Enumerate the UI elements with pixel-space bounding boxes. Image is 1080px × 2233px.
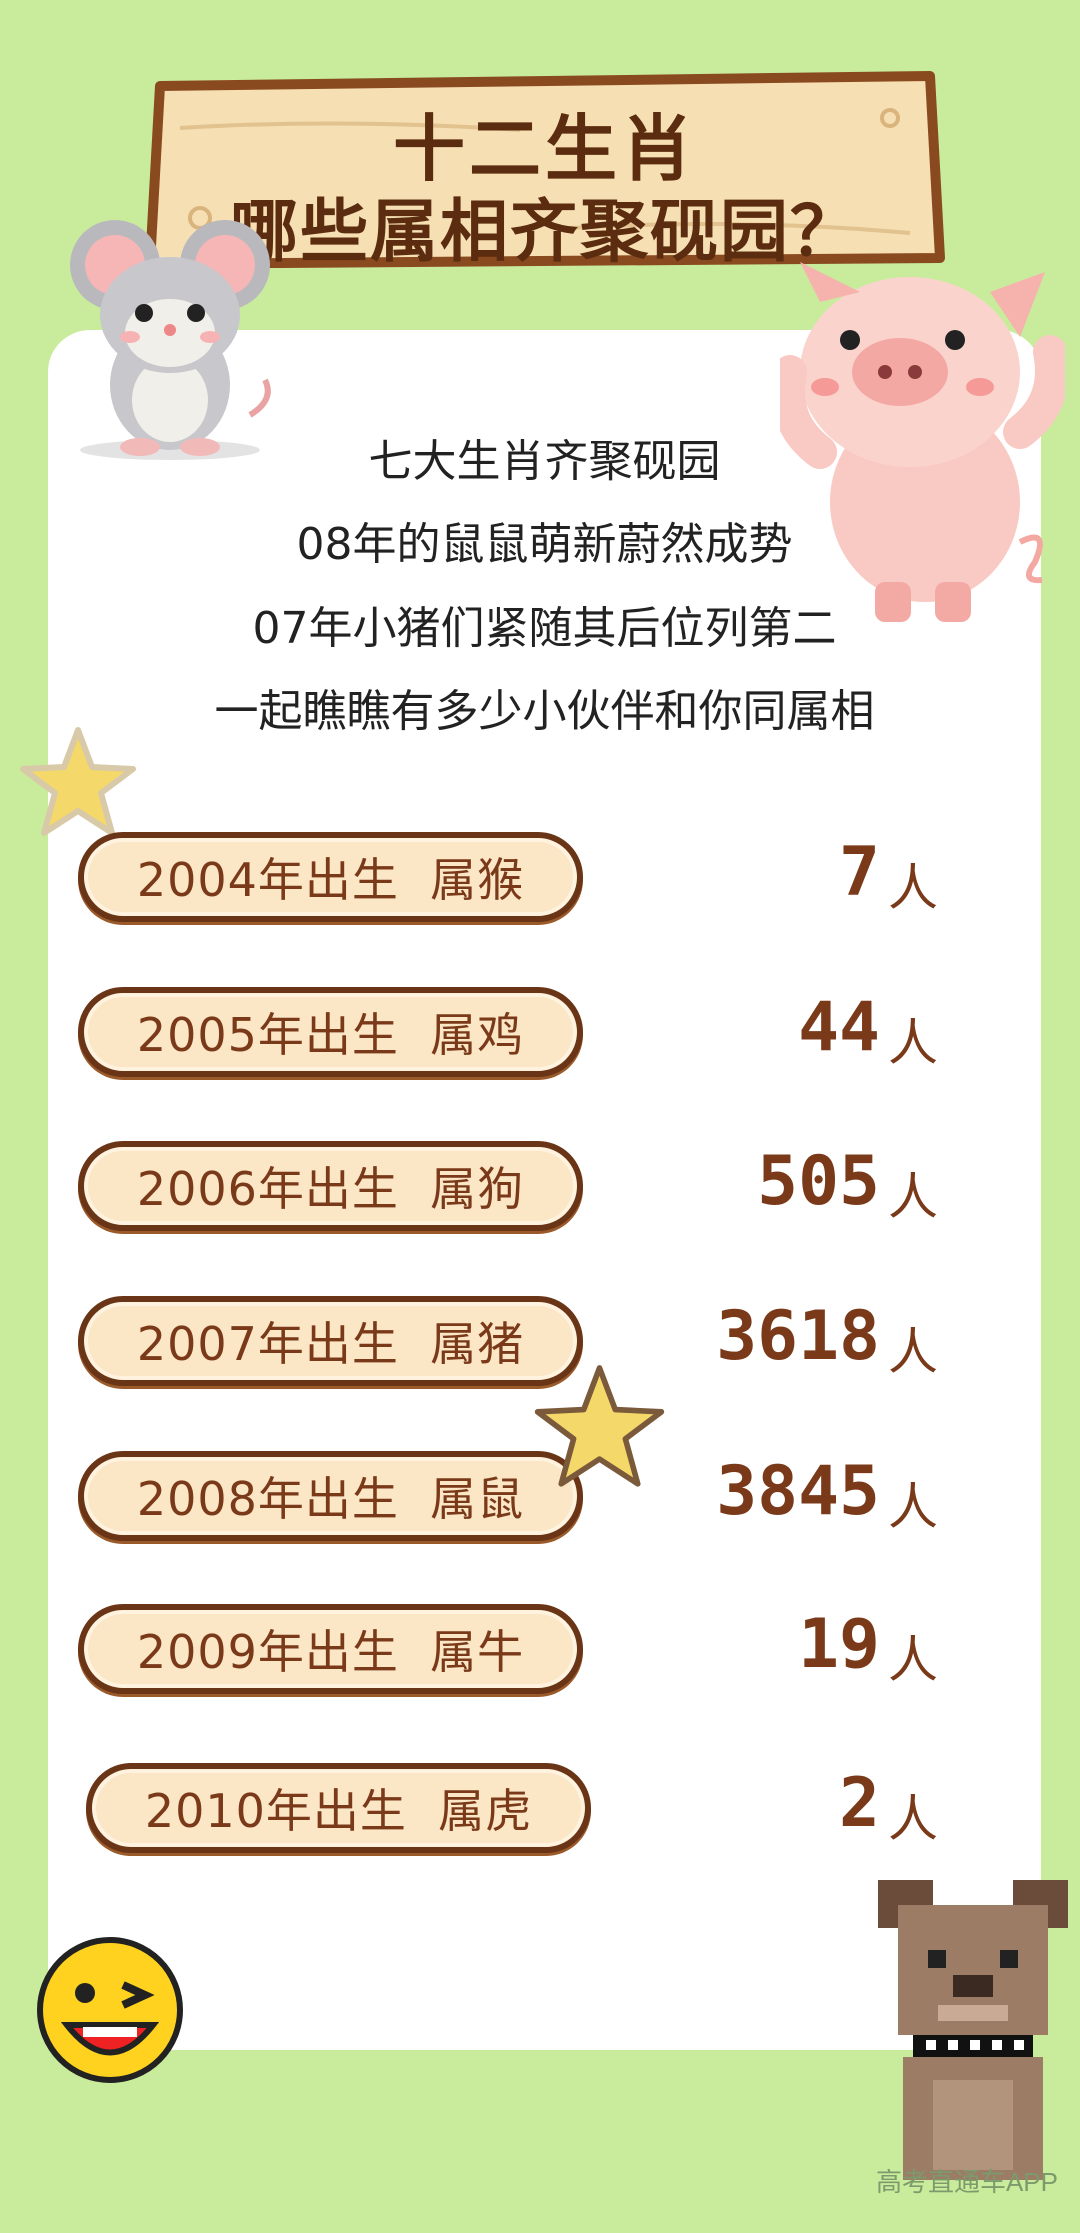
- row-unit-2008: 人: [888, 1478, 938, 1536]
- row-label-2010: 2010年出生 属虎: [86, 1763, 591, 1853]
- row-unit-2004: 人: [888, 859, 938, 917]
- winking-smiley-icon: [37, 1937, 183, 2083]
- row-label-2008: 2008年出生 属鼠: [78, 1451, 583, 1541]
- row-label-2006: 2006年出生 属狗: [78, 1141, 583, 1231]
- intro-line-1: 七大生肖齐聚砚园: [368, 436, 721, 487]
- row-count-2010: 2: [839, 1764, 880, 1843]
- star-icon: [20, 727, 136, 836]
- star-icon: [534, 1365, 665, 1487]
- row-unit-2010: 人: [888, 1790, 938, 1848]
- intro-line-4: 一起瞧瞧有多少小伙伴和你同属相: [214, 686, 875, 737]
- row-label-2009: 2009年出生 属牛: [78, 1604, 583, 1694]
- row-count-2006: 505: [757, 1142, 880, 1221]
- row-count-2009: 19: [798, 1605, 880, 1684]
- row-unit-2006: 人: [888, 1168, 938, 1226]
- row-unit-2005: 人: [888, 1014, 938, 1072]
- dog-icon: [878, 1880, 1068, 2180]
- intro-line-2: 08年的鼠鼠萌新蔚然成势: [296, 519, 793, 570]
- row-label-2007: 2007年出生 属猪: [78, 1296, 583, 1386]
- row-label-2005: 2005年出生 属鸡: [78, 987, 583, 1077]
- intro-line-3: 07年小猪们紧随其后位列第二: [252, 603, 837, 654]
- watermark: 高考直通车APP: [875, 2167, 1058, 2197]
- row-count-2005: 44: [798, 988, 880, 1067]
- row-unit-2007: 人: [888, 1323, 938, 1381]
- row-unit-2009: 人: [888, 1631, 938, 1689]
- row-count-2004: 7: [839, 833, 880, 912]
- row-label-2004: 2004年出生 属猴: [78, 832, 583, 922]
